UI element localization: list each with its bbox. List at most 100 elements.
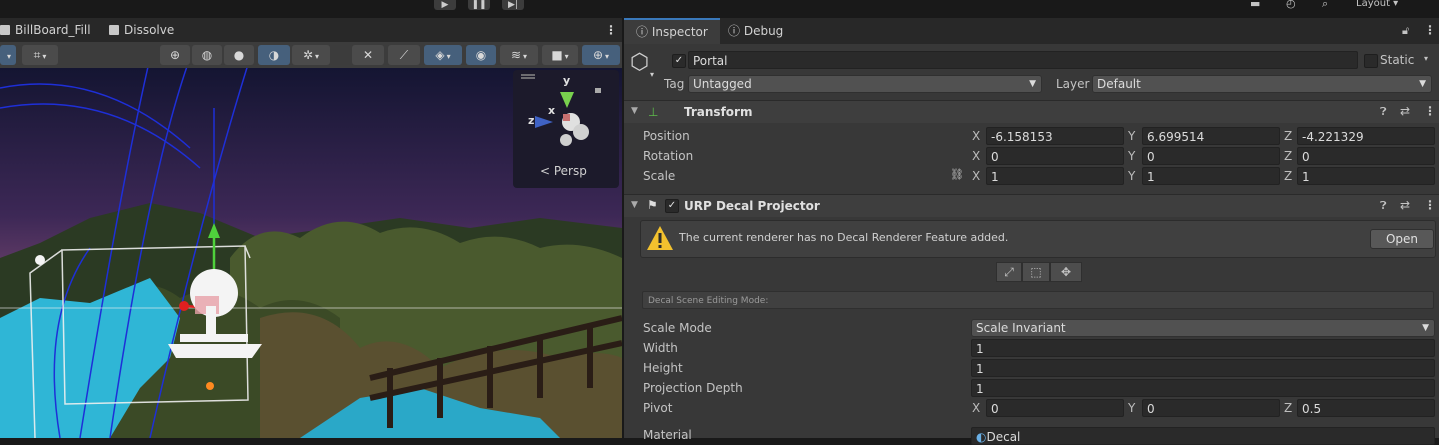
axis-y-label: Y xyxy=(1128,401,1136,415)
transform-header[interactable]: ▼ ⊥ Transform ❓︎ ⇄ ⋮ xyxy=(624,100,1439,123)
edit-bounds-button[interactable]: ⬚ xyxy=(1022,262,1050,282)
help-icon[interactable]: ❓︎ xyxy=(1380,199,1387,213)
projection-toggle[interactable]: < Persp xyxy=(540,164,587,178)
help-icon[interactable]: ❓︎ xyxy=(1380,105,1387,119)
audio-toggle-button[interactable]: ✕ xyxy=(352,45,384,65)
constrain-proportions-icon[interactable]: ⛓︎ xyxy=(950,168,964,181)
component-menu-icon[interactable]: ⋮ xyxy=(1424,104,1436,118)
axis-x-label: X xyxy=(972,401,981,415)
tab-debug[interactable]: ⓘ Debug xyxy=(716,18,795,44)
transform-title: Transform xyxy=(684,105,753,119)
gizmo-z-label: z xyxy=(528,114,535,127)
axis-z-label: Z xyxy=(1284,129,1293,143)
pivot-y-field[interactable]: 0 xyxy=(1142,399,1280,417)
position-y-field[interactable]: 6.699514 xyxy=(1142,127,1280,145)
edit-pivot-button[interactable]: ✥ xyxy=(1050,262,1082,282)
warning-helpbox: The current renderer has no Decal Render… xyxy=(640,220,1436,258)
decal-enabled-checkbox[interactable]: ✓ xyxy=(665,199,679,213)
static-label: Static xyxy=(1380,53,1415,67)
layers-button[interactable]: ≋ ▾ xyxy=(500,45,538,65)
visibility-button[interactable]: ◉ xyxy=(466,45,496,65)
gizmos-button[interactable]: ⊕ ▾ xyxy=(582,45,620,65)
icon-dropdown-arrow[interactable]: ▾ xyxy=(650,70,654,79)
shaded-button[interactable]: ● xyxy=(224,45,254,65)
pause-button[interactable]: ❚❚ xyxy=(468,0,490,10)
tag-dropdown[interactable]: Untagged ▼ xyxy=(688,75,1042,93)
width-label: Width xyxy=(643,341,678,355)
tab-inspector[interactable]: ⓘ Inspector xyxy=(624,18,720,44)
gizmo-x-label: x xyxy=(548,104,556,117)
tab-billboard-fill[interactable]: BillBoard_Fill xyxy=(0,18,91,42)
static-dropdown-arrow[interactable]: ▾ xyxy=(1424,54,1428,63)
lit-shading-button[interactable]: ◑ xyxy=(258,45,290,65)
warning-icon xyxy=(647,226,673,250)
scale-mode-dropdown[interactable]: Scale Invariant ▼ xyxy=(971,319,1435,337)
decal-projector-header[interactable]: ▼ ⚑ ✓ URP Decal Projector ❓︎ ⇄ ⋮ xyxy=(624,194,1439,217)
projection-depth-field[interactable]: 1 xyxy=(971,379,1435,397)
edit-uv-button[interactable]: ⤢ xyxy=(996,262,1022,282)
tool-handle-dropdown[interactable]: ▾ xyxy=(0,45,16,65)
rotation-z-field[interactable]: 0 xyxy=(1297,147,1435,165)
wireframe-shading-button[interactable]: ⊕ xyxy=(160,45,190,65)
layer-dropdown[interactable]: Default ▼ xyxy=(1092,75,1432,93)
history-icon[interactable]: ◴ xyxy=(1286,0,1296,9)
tab-menu-icon[interactable]: ⋮ xyxy=(605,18,617,42)
material-icon: ◐ xyxy=(976,430,987,444)
tag-label: Tag xyxy=(664,77,685,91)
decal-editing-mode-label: Decal Scene Editing Mode: xyxy=(642,291,1434,309)
width-field[interactable]: 1 xyxy=(971,339,1435,357)
pivot-z-field[interactable]: 0.5 xyxy=(1297,399,1435,417)
presets-icon[interactable]: ⇄ xyxy=(1400,198,1410,212)
lock-icon[interactable]: 🔓︎ xyxy=(1402,24,1409,38)
inspector-menu-icon[interactable]: ⋮ xyxy=(1424,23,1436,37)
foldout-arrow-icon[interactable]: ▼ xyxy=(631,200,638,210)
open-button[interactable]: Open xyxy=(1370,229,1434,249)
shader-icon xyxy=(0,25,10,35)
axis-z-label: Z xyxy=(1284,149,1293,163)
scene-fx-button[interactable]: ◈ ▾ xyxy=(424,45,462,65)
axis-z-label: Z xyxy=(1284,169,1293,183)
rotation-y-field[interactable]: 0 xyxy=(1142,147,1280,165)
foldout-arrow-icon[interactable]: ▼ xyxy=(631,106,638,116)
layout-dropdown[interactable]: Layout ▾ xyxy=(1356,0,1398,9)
warning-message: The current renderer has no Decal Render… xyxy=(679,231,1009,244)
projection-depth-label: Projection Depth xyxy=(643,381,743,395)
height-field[interactable]: 1 xyxy=(971,359,1435,377)
rotation-x-field[interactable]: 0 xyxy=(986,147,1124,165)
scale-z-field[interactable]: 1 xyxy=(1297,167,1435,185)
position-label: Position xyxy=(643,129,690,143)
info-icon: ⓘ xyxy=(636,25,652,39)
axis-x-label: X xyxy=(972,129,981,143)
debug-draw-button[interactable]: ✲ ▾ xyxy=(292,45,330,65)
material-field[interactable]: ◐Decal xyxy=(971,427,1435,445)
axis-y-label: Y xyxy=(1128,149,1136,163)
grid-snap-button[interactable]: ⌗ ▾ xyxy=(22,45,58,65)
step-button[interactable]: ▶| xyxy=(502,0,524,10)
height-label: Height xyxy=(643,361,683,375)
gizmo-y-label: y xyxy=(563,74,571,87)
component-menu-icon[interactable]: ⋮ xyxy=(1424,198,1436,212)
account-icon[interactable]: ▬ xyxy=(1250,0,1260,9)
scale-y-field[interactable]: 1 xyxy=(1142,167,1280,185)
rotation-label: Rotation xyxy=(643,149,694,163)
play-button[interactable]: ▶ xyxy=(434,0,456,10)
camera-button[interactable]: ■ ▾ xyxy=(542,45,578,65)
position-z-field[interactable]: -4.221329 xyxy=(1297,127,1435,145)
gameobject-cube-icon: ⬡ xyxy=(630,50,650,75)
chevron-down-icon: ▼ xyxy=(1419,79,1426,89)
shader-icon xyxy=(109,25,119,35)
info-icon: ⓘ xyxy=(728,24,744,38)
presets-icon[interactable]: ⇄ xyxy=(1400,104,1410,118)
object-name-input[interactable]: Portal xyxy=(688,51,1358,69)
scale-x-field[interactable]: 1 xyxy=(986,167,1124,185)
static-checkbox[interactable] xyxy=(1364,54,1378,68)
shaded-wireframe-button[interactable]: ◍ xyxy=(192,45,222,65)
pivot-x-field[interactable]: 0 xyxy=(986,399,1124,417)
search-icon[interactable]: ⌕ xyxy=(1322,0,1328,9)
tab-dissolve[interactable]: Dissolve xyxy=(109,18,174,42)
active-checkbox[interactable]: ✓ xyxy=(672,54,686,68)
effects-toggle-button[interactable]: ⟋ xyxy=(388,45,420,65)
material-label: Material xyxy=(643,428,692,442)
axis-x-label: X xyxy=(972,169,981,183)
position-x-field[interactable]: -6.158153 xyxy=(986,127,1124,145)
